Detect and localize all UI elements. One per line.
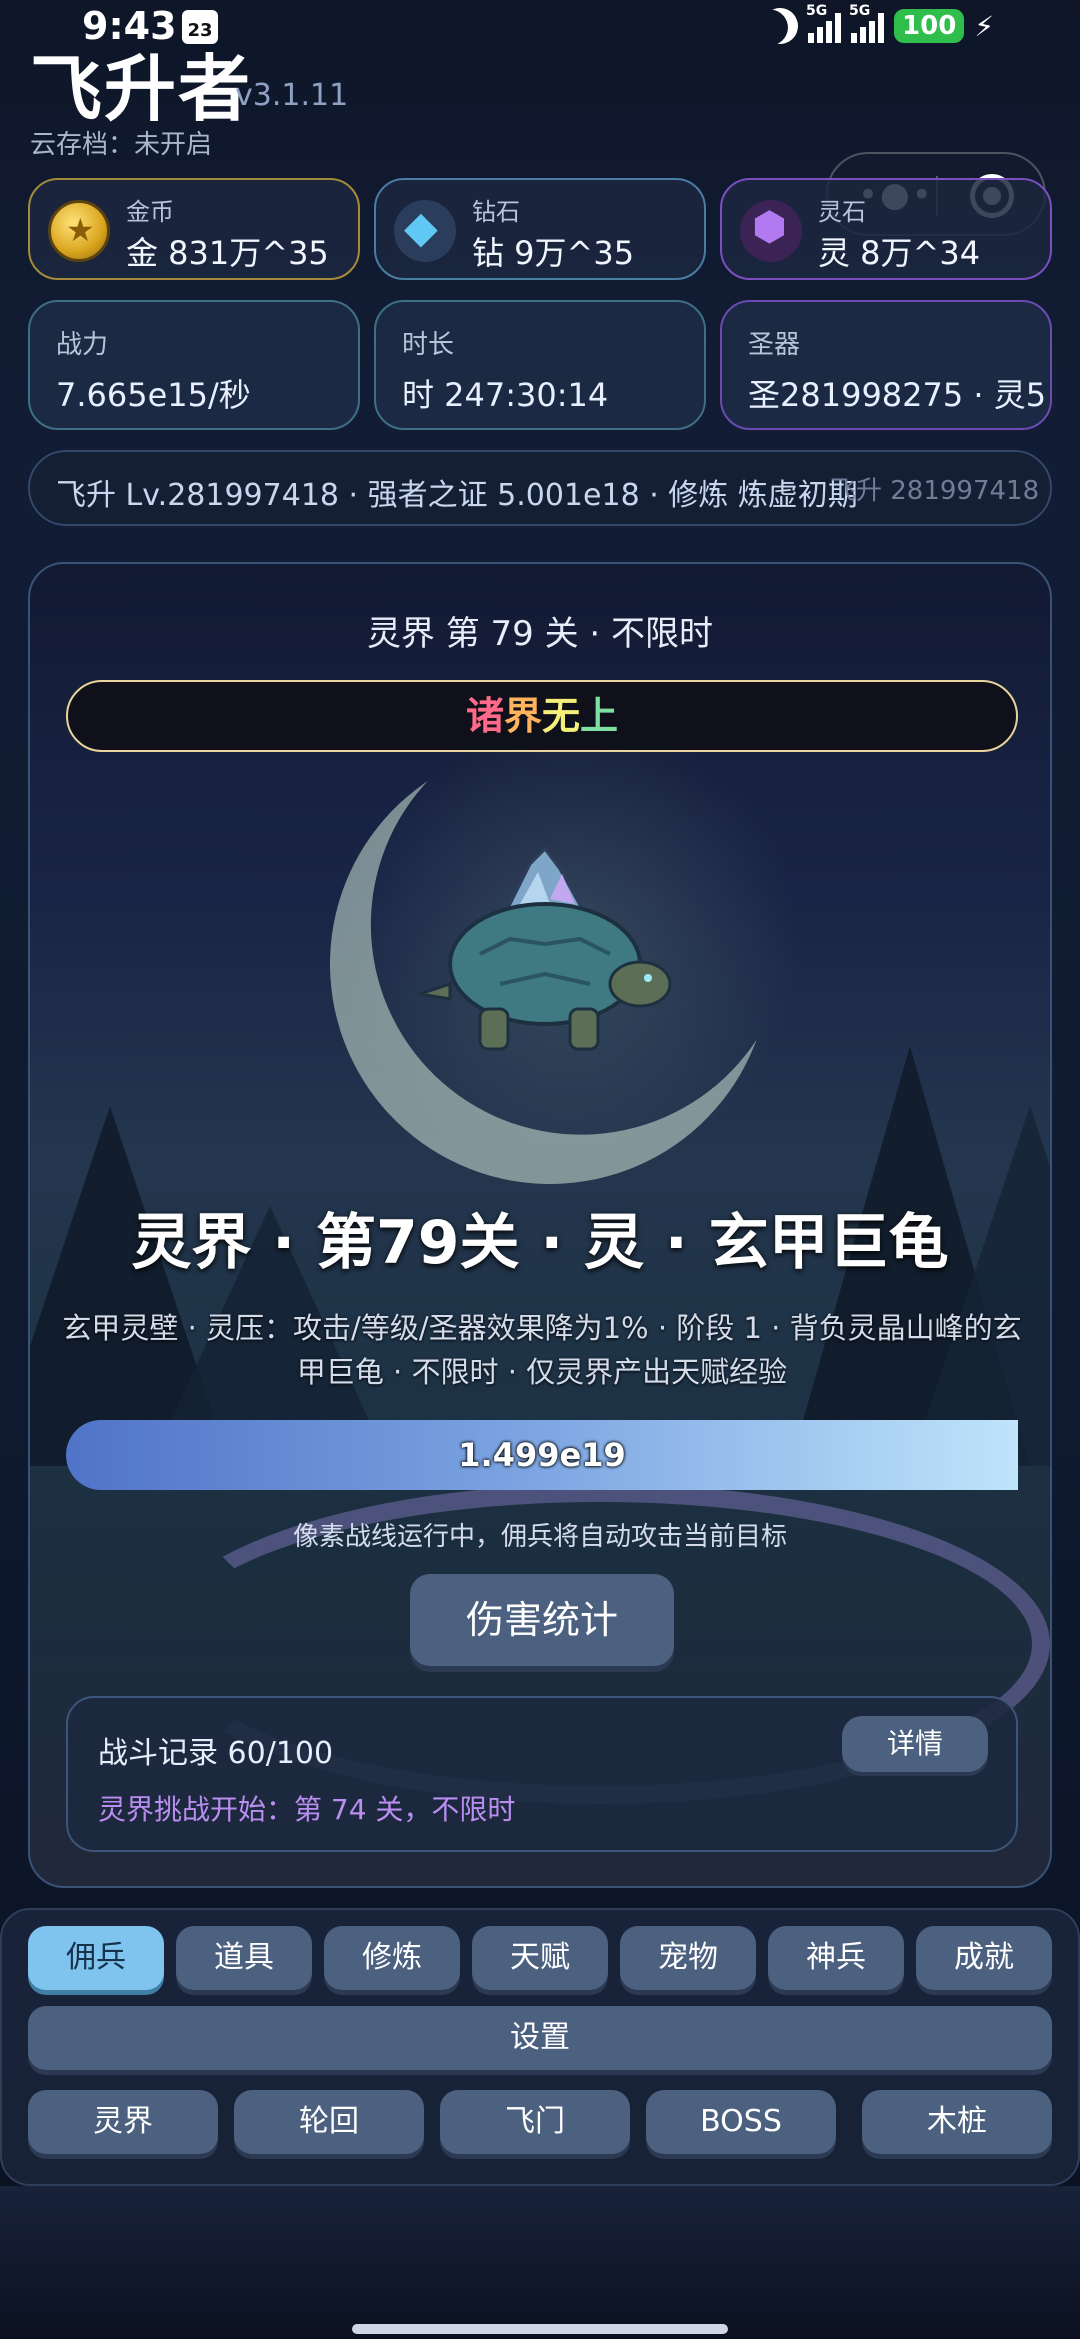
settings-button[interactable]: 设置 xyxy=(28,2006,1052,2070)
marquee-trailing-text: 飞升 281997418 次 xyxy=(830,476,1052,506)
realm-banner: 诸界无上 xyxy=(66,680,1018,752)
tab-cultivation[interactable]: 修炼 xyxy=(324,1926,460,1990)
tab-flying-gate[interactable]: 飞门 xyxy=(440,2090,630,2154)
boss-name: 灵界 · 第79关 · 灵 · 玄甲巨龟 xyxy=(131,1208,949,1278)
tab-talent[interactable]: 天赋 xyxy=(472,1926,608,1990)
tab-items[interactable]: 道具 xyxy=(176,1926,312,1990)
battle-panel: 灵界 第 79 关 · 不限时 诸界无上 灵界 · 第79关 · 灵 · 玄甲巨… xyxy=(28,562,1052,1888)
diamond-label: 钻石 xyxy=(472,198,520,226)
boss-hp-bar: 1.499e19 xyxy=(66,1420,1018,1490)
spirit-stone-card: 灵石 灵 8万^34 xyxy=(720,178,1052,280)
home-indicator[interactable] xyxy=(352,2324,728,2334)
log-detail-button[interactable]: 详情 xyxy=(842,1716,988,1772)
stage-line: 灵界 第 79 关 · 不限时 xyxy=(366,614,714,654)
diamond-icon xyxy=(394,200,456,262)
app-version: v3.1.11 xyxy=(235,78,349,113)
battery-indicator: 100 xyxy=(894,9,965,43)
tab-pets[interactable]: 宠物 xyxy=(620,1926,756,1990)
signal-icon: 5G xyxy=(806,3,842,43)
duration-label: 时长 xyxy=(402,330,455,360)
power-value: 7.665e15/秒 xyxy=(56,376,251,414)
signal-icon: 5G xyxy=(849,3,885,43)
gold-card: 金币 金 831万^35 xyxy=(28,178,360,280)
tab-boss[interactable]: BOSS xyxy=(646,2090,836,2154)
diamond-card: 钻石 钻 9万^35 xyxy=(374,178,706,280)
gold-coin-icon xyxy=(48,200,110,262)
cloud-save-status: 云存档：未开启 xyxy=(30,130,213,160)
battle-log-title: 战斗记录 60/100 xyxy=(98,1736,334,1771)
boss-description: 玄甲灵壁 · 灵压：攻击/等级/圣器效果降为1% · 阶段 1 · 背负灵晶山峰… xyxy=(62,1311,1022,1389)
duration-value: 时 247:30:14 xyxy=(402,376,609,414)
diamond-value: 钻 9万^35 xyxy=(472,234,635,272)
power-card: 战力 7.665e15/秒 xyxy=(28,300,360,430)
network-label: 5G xyxy=(849,3,871,19)
artifact-label: 圣器 xyxy=(748,330,801,360)
banner-char: 上 xyxy=(580,694,619,738)
status-indicators: 5G 5G 100 ⚡ xyxy=(762,3,994,44)
banner-char: 界 xyxy=(503,694,542,738)
marquee-text: 飞升 Lv.281997418 · 强者之证 5.001e18 · 修炼 炼虚初… xyxy=(56,478,858,513)
mountain-decoration xyxy=(910,1106,1050,1466)
power-label: 战力 xyxy=(56,330,109,360)
tab-achievements[interactable]: 成就 xyxy=(916,1926,1052,1990)
banner-char: 诸 xyxy=(465,694,504,738)
tab-spirit-realm[interactable]: 灵界 xyxy=(28,2090,218,2154)
bottom-background xyxy=(0,2186,1080,2339)
battle-log: 战斗记录 60/100 详情 灵界挑战开始：第 74 关，不限时 xyxy=(66,1696,1018,1852)
battle-log-entry: 灵界挑战开始：第 74 关，不限时 xyxy=(98,1793,516,1826)
charging-icon: ⚡ xyxy=(974,9,994,43)
banner-char: 无 xyxy=(542,694,581,738)
info-marquee: 飞升 Lv.281997418 · 强者之证 5.001e18 · 修炼 炼虚初… xyxy=(28,450,1052,526)
gold-value: 金 831万^35 xyxy=(126,234,329,272)
boss-turtle-sprite[interactable] xyxy=(410,844,680,1084)
tab-training-dummy[interactable]: 木桩 xyxy=(862,2090,1052,2154)
network-label: 5G xyxy=(806,3,828,19)
app-title: 飞升者 xyxy=(30,46,253,131)
auto-attack-hint: 像素战线运行中，佣兵将自动攻击当前目标 xyxy=(292,1522,787,1552)
duration-card: 时长 时 247:30:14 xyxy=(374,300,706,430)
damage-stats-button[interactable]: 伤害统计 xyxy=(410,1574,674,1666)
artifact-card: 圣器 圣281998275 · 灵5 xyxy=(720,300,1052,430)
spirit-stone-value: 灵 8万^34 xyxy=(818,234,981,272)
do-not-disturb-icon xyxy=(757,3,803,49)
tab-mercenary[interactable]: 佣兵 xyxy=(28,1926,164,1990)
tab-reincarnation[interactable]: 轮回 xyxy=(234,2090,424,2154)
spirit-stone-label: 灵石 xyxy=(818,198,866,226)
tab-divine-weapon[interactable]: 神兵 xyxy=(768,1926,904,1990)
boss-hp-text: 1.499e19 xyxy=(458,1436,626,1474)
spirit-stone-icon xyxy=(740,200,802,262)
gold-label: 金币 xyxy=(126,198,174,226)
artifact-value: 圣281998275 · 灵5 xyxy=(748,376,1047,414)
